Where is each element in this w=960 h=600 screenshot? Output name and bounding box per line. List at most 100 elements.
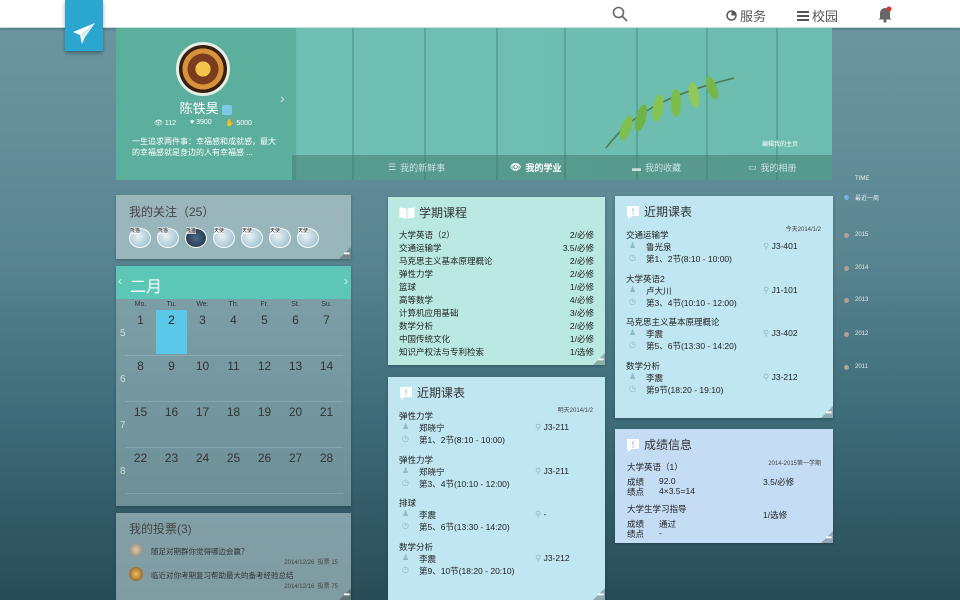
schedule-item[interactable]: 交通运输学 ♟ 鲁光泉 ◷ 第1、2节(8:10 - 10:00) ⚲ J3-401 bbox=[626, 229, 826, 269]
bell-icon[interactable] bbox=[877, 6, 893, 28]
schedule-item[interactable]: 弹性力学 ♟ 郑晓宁 ◷ 第3、4节(10:10 - 12:00) ⚲ J3-211 bbox=[399, 454, 599, 494]
chevron-right-icon[interactable]: › bbox=[280, 90, 285, 106]
chevron-left-icon[interactable]: ‹ bbox=[118, 274, 122, 288]
schedule-item[interactable]: 排球 ♟ 李震 ◷ 第5、6节(13:30 - 14:20) ⚲ - bbox=[399, 497, 599, 537]
timeline-item[interactable]: 2015 bbox=[844, 232, 868, 238]
location-pin-icon: ⚲ bbox=[763, 241, 772, 251]
calendar-day[interactable]: 25 bbox=[218, 448, 249, 492]
calendar-month: 二月 bbox=[130, 279, 163, 296]
course-credit: 2/必修 bbox=[569, 256, 594, 266]
calendar-day[interactable]: 12 bbox=[249, 356, 280, 400]
timeline-item[interactable]: 2011 bbox=[844, 364, 868, 370]
calendar-day[interactable]: 7 bbox=[311, 310, 342, 354]
calendar-day[interactable]: 2 bbox=[156, 310, 187, 354]
more-icon[interactable]: ••• bbox=[826, 533, 832, 542]
campus-link[interactable]: 校园 bbox=[797, 6, 838, 25]
credit-label: 绩点 bbox=[627, 529, 645, 539]
schedule-course: 数学分析 bbox=[399, 541, 434, 552]
calendar-day[interactable]: 6 bbox=[280, 310, 311, 354]
schedule-item[interactable]: 数学分析 ♟ 李震 ◷ 第9节(18:20 - 19:10) ⚲ J3-212 bbox=[626, 360, 826, 400]
folder-icon: ▬ bbox=[632, 162, 641, 173]
more-icon[interactable]: ••• bbox=[598, 590, 604, 599]
eye-icon: 👁︎ bbox=[510, 162, 522, 172]
course-row[interactable]: 数学分析 2/必修 bbox=[399, 320, 594, 332]
calendar-day[interactable]: 14 bbox=[311, 356, 342, 400]
timeline-item[interactable]: 2012 bbox=[844, 331, 868, 337]
more-icon[interactable]: ••• bbox=[598, 355, 604, 364]
more-icon[interactable]: ••• bbox=[344, 249, 350, 258]
timeline-item[interactable]: 2013 bbox=[844, 297, 868, 303]
calendar-day[interactable]: 21 bbox=[311, 402, 342, 446]
calendar-day[interactable]: 13 bbox=[280, 356, 311, 400]
calendar-day[interactable]: 4 bbox=[218, 310, 249, 354]
clock-icon: ◷ bbox=[629, 383, 636, 393]
follow-avatar[interactable]: 熊猫 bbox=[157, 227, 179, 248]
calendar-day[interactable]: 11 bbox=[218, 356, 249, 400]
avatar[interactable] bbox=[176, 42, 230, 96]
course-row[interactable]: 交通运输学 3.5/必修 bbox=[399, 242, 594, 254]
schedule-item[interactable]: 大学英语2 ♟ 卢大川 ◷ 第3、4节(10:10 - 12:00) ⚲ J1-101 bbox=[626, 273, 826, 313]
course-row[interactable]: 知识产权法与专利检索 1/选修 bbox=[399, 346, 594, 358]
schedule-location: ⚲ J3-211 bbox=[535, 422, 569, 433]
calendar-day[interactable]: 17 bbox=[187, 402, 218, 446]
grade-item[interactable]: 大学生学习指导 成绩 通过 绩点 -1/选修 bbox=[627, 503, 827, 539]
tab-study[interactable]: 👁︎ 我的学业 bbox=[510, 161, 561, 174]
follow-avatar[interactable]: 天使 bbox=[297, 227, 319, 248]
calendar-day[interactable]: 10 bbox=[187, 356, 218, 400]
calendar-day[interactable]: 1 bbox=[125, 310, 156, 354]
calendar-day[interactable]: 19 bbox=[249, 402, 280, 446]
follow-avatar[interactable]: 熊猫 bbox=[185, 227, 207, 248]
profile-bio: 一生追求两件事：幸福感和成就感，最大的幸福感就是身边的人有幸福感 ... bbox=[132, 137, 276, 157]
service-link[interactable]: 服务 bbox=[726, 6, 766, 25]
weekday-label: Tu. bbox=[166, 301, 177, 308]
timeline-item[interactable]: 2014 bbox=[844, 265, 868, 271]
calendar-day[interactable]: 26 bbox=[249, 448, 280, 492]
follow-avatar[interactable]: 天使 bbox=[213, 227, 235, 248]
calendar-day[interactable]: 24 bbox=[187, 448, 218, 492]
thumbs-stat: ✋ 5000 bbox=[225, 120, 252, 127]
schedule-item[interactable]: 马克思主义基本原理概论 ♟ 李震 ◷ 第5、6节(13:30 - 14:20) ⚲ J3-… bbox=[626, 316, 826, 356]
schedule-item[interactable]: 数学分析 ♟ 李震 ◷ 第9、10节(18:20 - 20:10) ⚲ J3-212 bbox=[399, 541, 599, 581]
calendar-day[interactable]: 18 bbox=[218, 402, 249, 446]
tab-favorites[interactable]: ▬ 我的收藏 bbox=[632, 161, 681, 174]
location-label: J3-402 bbox=[771, 328, 798, 338]
course-row[interactable]: 弹性力学 2/必修 bbox=[399, 268, 594, 280]
schedule-course: 大学英语2 bbox=[626, 273, 665, 284]
course-row[interactable]: 高等数学 4/必修 bbox=[399, 294, 594, 306]
logo[interactable] bbox=[65, 0, 103, 51]
course-row[interactable]: 中国传统文化 1/必修 bbox=[399, 333, 594, 345]
timeline-item[interactable]: 最近一周 bbox=[844, 193, 879, 202]
follow-avatar[interactable]: 熊猫 bbox=[129, 227, 151, 248]
course-row[interactable]: 大学英语（2） 2/必修 bbox=[399, 229, 594, 241]
calendar-day[interactable]: 16 bbox=[156, 402, 187, 446]
edit-homepage-link[interactable]: 编辑我的主页 bbox=[762, 139, 798, 148]
tab-news[interactable]: ☰ 我的新鲜事 bbox=[388, 161, 445, 174]
course-row[interactable]: 马克思主义基本原理概论 2/必修 bbox=[399, 255, 594, 267]
calendar-day[interactable]: 5 bbox=[249, 310, 280, 354]
vote-text: 临近对你考期复习帮助最大的备考经验总结 bbox=[151, 571, 294, 580]
schedule-location: ⚲ J1-101 bbox=[763, 285, 798, 296]
follow-avatar[interactable]: 天使 bbox=[241, 227, 263, 248]
follow-avatar[interactable]: 天使 bbox=[269, 227, 291, 248]
calendar-day[interactable]: 8 bbox=[125, 356, 156, 400]
course-type: 1/选修 bbox=[763, 510, 788, 520]
calendar-day[interactable]: 20 bbox=[280, 402, 311, 446]
campus-label: 校园 bbox=[812, 9, 839, 24]
schedule-item[interactable]: 弹性力学 ♟ 郑晓宁 ◷ 第1、2节(8:10 - 10:00) ⚲ J3-211 bbox=[399, 410, 599, 450]
tab-album[interactable]: ▭ 我的相册 bbox=[748, 161, 797, 174]
more-icon[interactable]: ••• bbox=[826, 408, 832, 417]
calendar-day[interactable]: 3 bbox=[187, 310, 218, 354]
chevron-right-icon[interactable]: › bbox=[344, 274, 348, 288]
course-row[interactable]: 计算机应用基础 3/必修 bbox=[399, 307, 594, 319]
grade-item[interactable]: 大学英语（1） 成绩 92.0 绩点 4×3.5=14 3.5/必修 bbox=[627, 461, 827, 497]
course-row[interactable]: 篮球 1/必修 bbox=[399, 281, 594, 293]
calendar-day[interactable]: 28 bbox=[311, 448, 342, 492]
search-icon[interactable] bbox=[612, 6, 628, 27]
calendar-day[interactable]: 27 bbox=[280, 448, 311, 492]
calendar-day[interactable]: 22 bbox=[125, 448, 156, 492]
calendar-day[interactable]: 23 bbox=[156, 448, 187, 492]
more-icon[interactable]: ••• bbox=[344, 590, 350, 599]
course-name: 马克思主义基本原理概论 bbox=[399, 256, 493, 266]
calendar-day[interactable]: 9 bbox=[156, 356, 187, 400]
calendar-day[interactable]: 15 bbox=[125, 402, 156, 446]
